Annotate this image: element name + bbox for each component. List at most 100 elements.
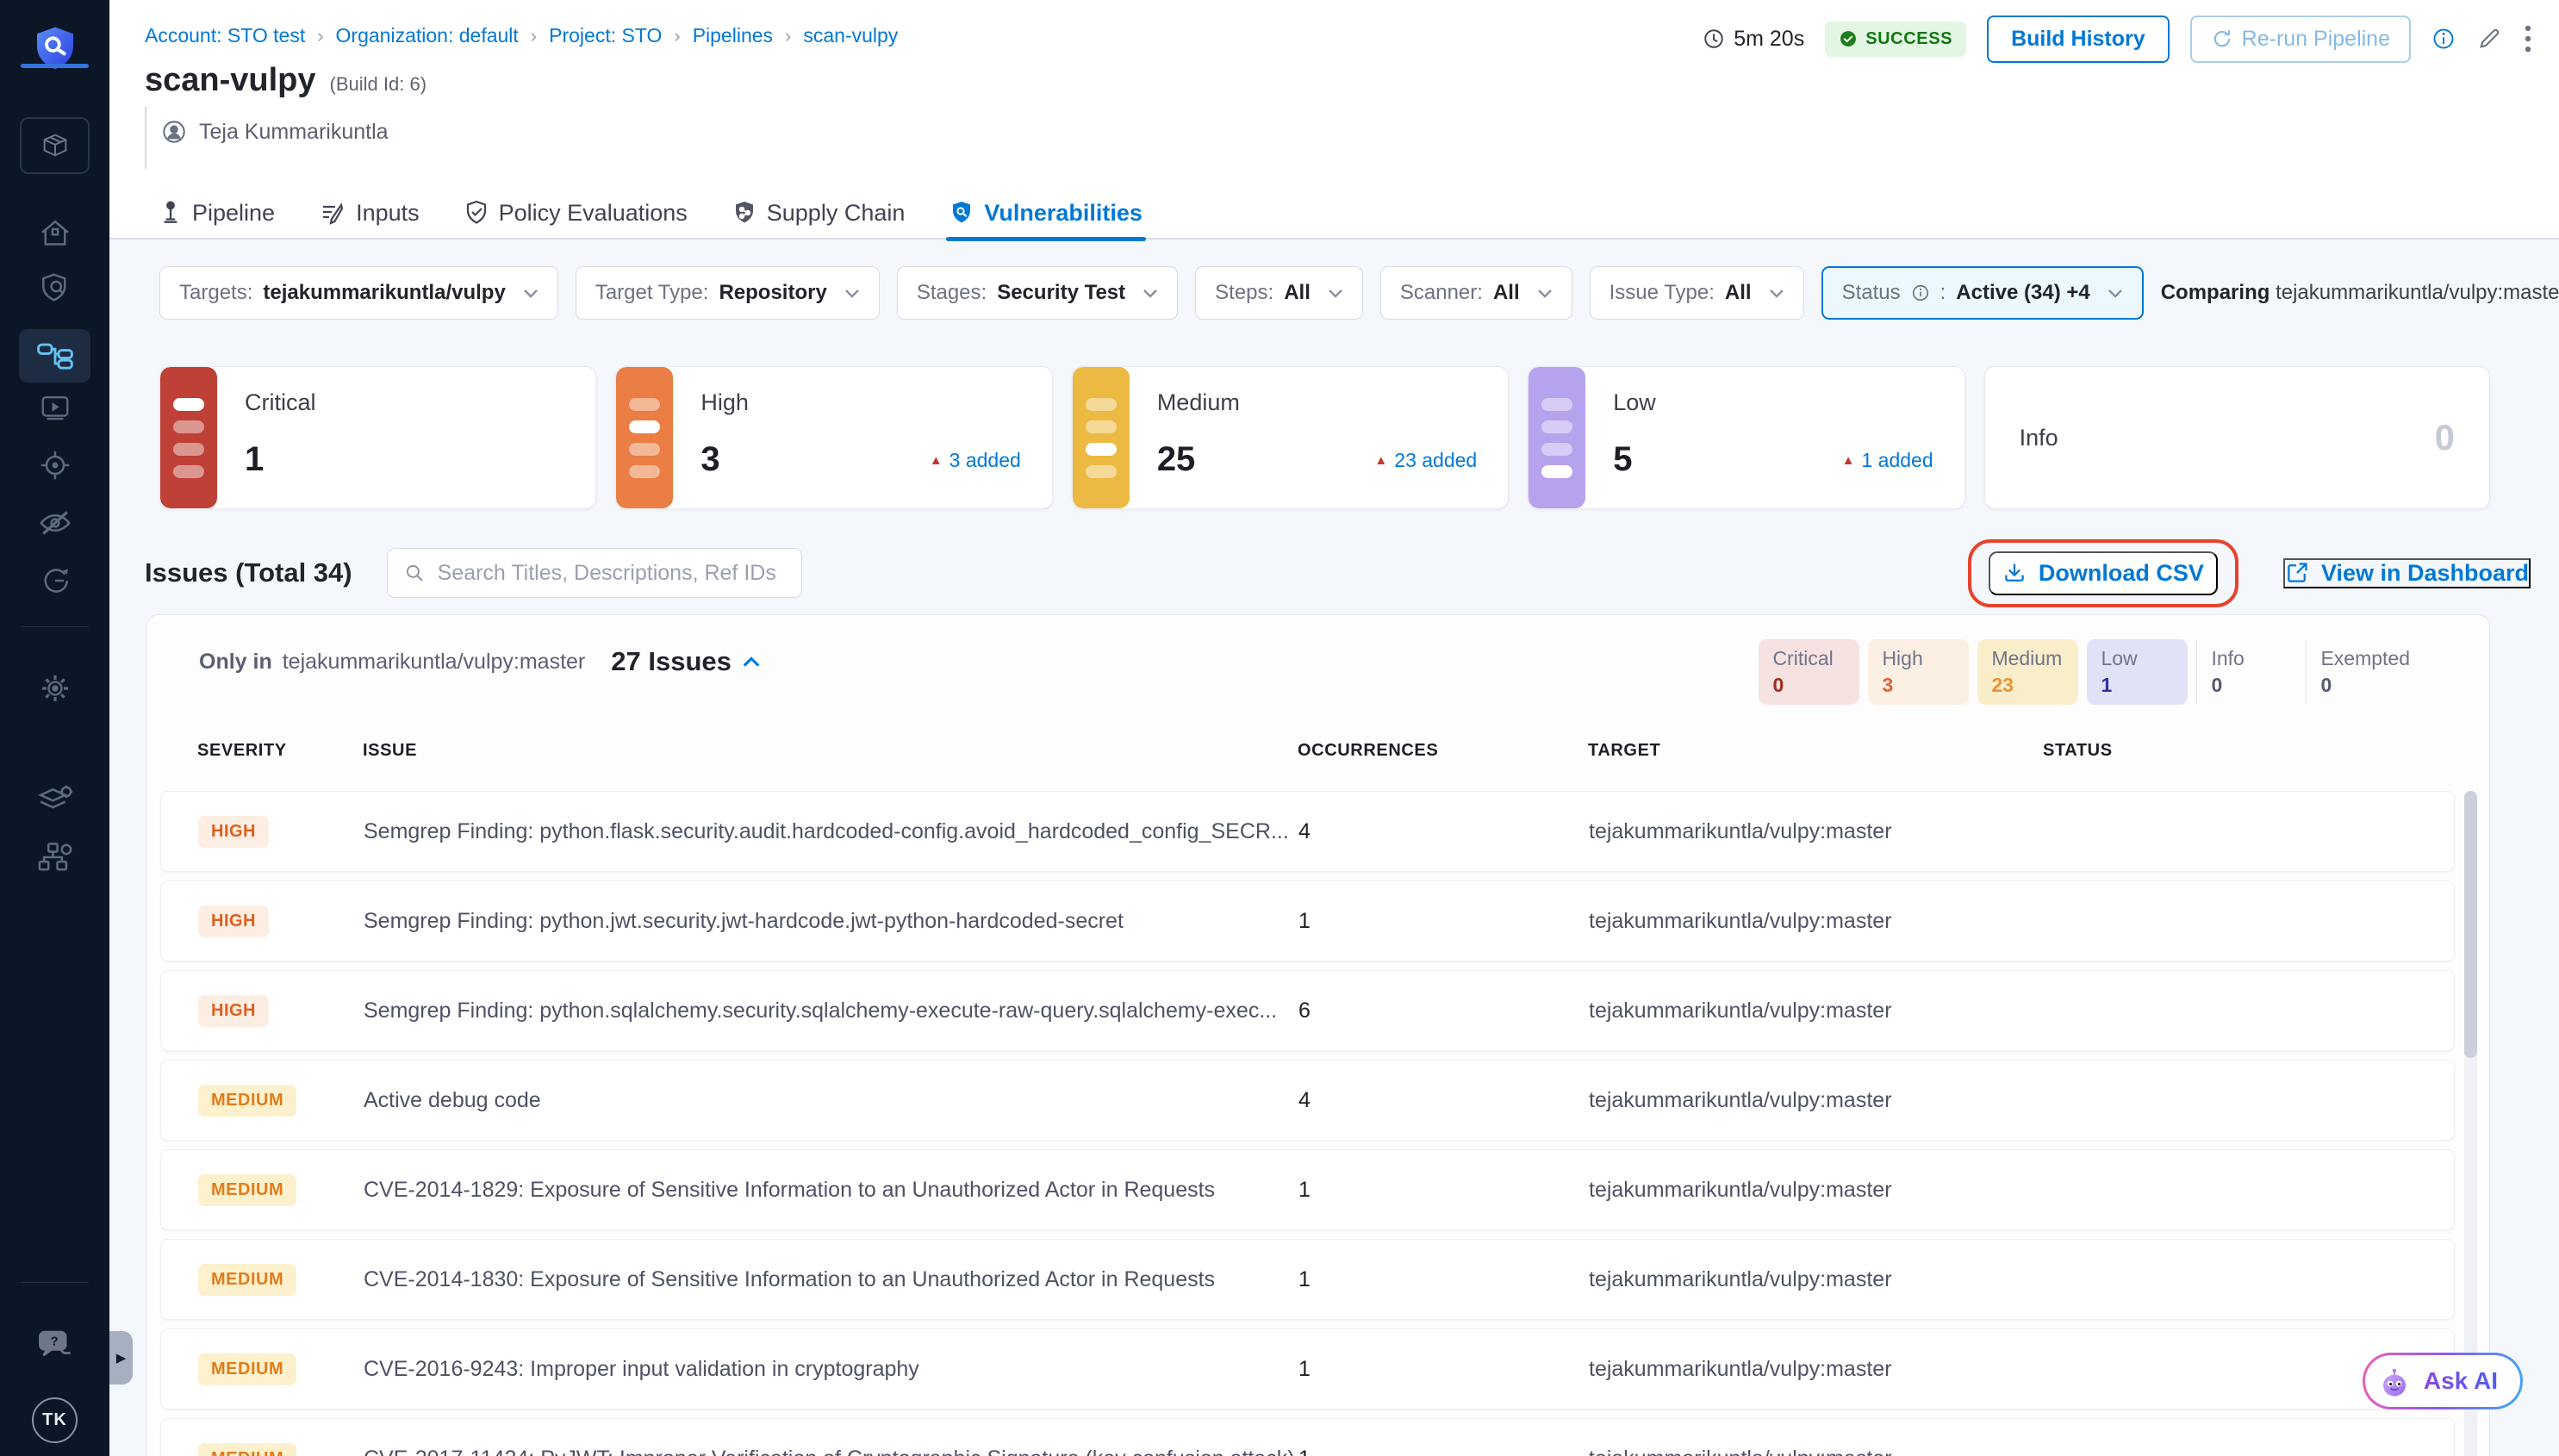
filter-issue-type[interactable]: Issue Type:All (1590, 266, 1804, 320)
execution-tabs: Pipeline Inputs Policy Evaluations Suppl… (109, 186, 2559, 240)
issue-title[interactable]: CVE-2016-9243: Improper input validation… (364, 1357, 1298, 1382)
sidebar-expand-handle[interactable]: ▶ (109, 1331, 133, 1384)
triangle-up-icon: ▲ (930, 453, 943, 468)
gitops-icon[interactable] (0, 561, 109, 600)
breadcrumb-pipelines[interactable]: Pipelines (693, 24, 773, 47)
home-icon[interactable] (0, 214, 109, 253)
occurrences-count: 4 (1298, 819, 1589, 844)
pipelines-nav-active[interactable] (19, 329, 90, 383)
svg-text:?: ? (50, 1335, 58, 1349)
shield-search-icon (950, 200, 974, 226)
group-header[interactable]: Only in tejakummarikuntla/vulpy:master 2… (199, 646, 761, 677)
high-card: High 3 ▲3 added (615, 366, 1052, 509)
chevron-up-icon[interactable] (742, 656, 761, 668)
build-history-button[interactable]: Build History (1987, 16, 2170, 63)
occurrences-count: 6 (1298, 999, 1589, 1024)
default-settings-layers-icon[interactable] (0, 780, 109, 819)
chevron-down-icon (1328, 289, 1343, 298)
issue-title[interactable]: Semgrep Finding: python.sqlalchemy.secur… (364, 999, 1298, 1024)
medium-gauge-icon (1073, 367, 1130, 508)
filter-target-type[interactable]: Target Type:Repository (576, 266, 880, 320)
left-nav-sidebar: ? TK (0, 0, 109, 1456)
shield-scan-icon[interactable] (0, 269, 109, 308)
view-in-dashboard-button[interactable]: View in Dashboard (2283, 558, 2531, 588)
eye-off-icon[interactable] (0, 503, 109, 543)
filter-steps[interactable]: Steps:All (1195, 266, 1363, 320)
top-actions: 5m 20s SUCCESS Build History Re-run Pipe… (1703, 14, 2533, 64)
executions-icon[interactable] (0, 388, 109, 427)
filter-targets[interactable]: Targets:tejakummarikuntla/vulpy (159, 266, 558, 320)
issue-row[interactable]: MEDIUM Active debug code 4 tejakummariku… (160, 1060, 2455, 1141)
scrollbar-thumb[interactable] (2464, 791, 2477, 1058)
issue-target: tejakummarikuntla/vulpy:master (1589, 1267, 2044, 1292)
author-name: Teja Kummarikuntla (199, 120, 389, 145)
issue-row[interactable]: MEDIUM CVE-2017-11424: PyJWT: Improper V… (160, 1418, 2455, 1456)
kebab-menu-icon[interactable] (2523, 24, 2533, 53)
issue-row[interactable]: MEDIUM CVE-2014-1830: Exposure of Sensit… (160, 1239, 2455, 1320)
triangle-up-icon: ▲ (1842, 453, 1855, 468)
breadcrumb-current[interactable]: scan-vulpy (803, 24, 898, 47)
issues-panel: Only in tejakummarikuntla/vulpy:master 2… (146, 614, 2490, 1456)
rerun-pipeline-button[interactable]: Re-run Pipeline (2190, 16, 2411, 63)
issue-row[interactable]: HIGH Semgrep Finding: python.jwt.securit… (160, 880, 2455, 961)
issue-target: tejakummarikuntla/vulpy:master (1589, 1357, 2044, 1382)
help-chat-icon[interactable]: ? (0, 1323, 109, 1366)
breadcrumb-separator: › (317, 25, 323, 47)
targets-icon[interactable] (0, 445, 109, 485)
inputs-icon (320, 200, 346, 226)
issue-row[interactable]: HIGH Semgrep Finding: python.sqlalchemy.… (160, 970, 2455, 1051)
breadcrumb-org[interactable]: Organization: default (336, 24, 519, 47)
severity-badge: MEDIUM (198, 1264, 296, 1296)
severity-badge: MEDIUM (198, 1443, 296, 1456)
severity-badge: HIGH (198, 816, 269, 848)
issue-title[interactable]: Semgrep Finding: python.flask.security.a… (364, 819, 1298, 844)
issue-row[interactable]: MEDIUM CVE-2014-1829: Exposure of Sensit… (160, 1149, 2455, 1230)
breadcrumb-account[interactable]: Account: STO test (145, 24, 305, 47)
breadcrumb: Account: STO test › Organization: default… (145, 24, 898, 47)
module-cube-button[interactable] (20, 117, 90, 174)
tab-supply-chain[interactable]: Supply Chain (732, 186, 906, 240)
issue-row[interactable]: HIGH Semgrep Finding: python.flask.secur… (160, 791, 2455, 872)
chevron-down-icon (1143, 289, 1158, 298)
issue-title[interactable]: CVE-2017-11424: PyJWT: Improper Verifica… (364, 1447, 1298, 1456)
issue-title[interactable]: CVE-2014-1829: Exposure of Sensitive Inf… (364, 1178, 1298, 1203)
occurrences-count: 1 (1298, 1267, 1589, 1292)
filter-stages[interactable]: Stages:Security Test (897, 266, 1178, 320)
refresh-icon (2211, 28, 2233, 50)
filter-status[interactable]: Status : Active (34) +4 (1821, 266, 2144, 320)
issue-title[interactable]: Semgrep Finding: python.jwt.security.jwt… (364, 909, 1298, 934)
tab-pipeline[interactable]: Pipeline (159, 186, 275, 240)
chevron-down-icon (844, 289, 860, 298)
breadcrumb-project[interactable]: Project: STO (549, 24, 662, 47)
issue-title[interactable]: CVE-2014-1830: Exposure of Sensitive Inf… (364, 1267, 1298, 1292)
severity-summary-cards: Critical 1 High 3 ▲3 added Medium 25 ▲23… (159, 366, 2490, 509)
sidebar-divider (21, 1282, 89, 1283)
ask-ai-button[interactable]: Ask AI (2363, 1353, 2523, 1409)
search-input[interactable] (438, 561, 786, 586)
issue-target: tejakummarikuntla/vulpy:master (1589, 999, 2044, 1024)
issue-target: tejakummarikuntla/vulpy:master (1589, 1178, 2044, 1203)
main-area: Account: STO test › Organization: default… (109, 0, 2559, 1456)
issue-title[interactable]: Active debug code (364, 1088, 1298, 1113)
settings-gear-icon[interactable] (0, 669, 109, 708)
pipeline-icon (159, 200, 182, 226)
chip-critical: Critical0 (1759, 639, 1859, 705)
user-avatar[interactable]: TK (32, 1397, 78, 1443)
org-structure-icon[interactable] (0, 837, 109, 877)
low-card: Low 5 ▲1 added (1528, 366, 1964, 509)
check-circle-icon (1839, 29, 1858, 48)
tab-inputs[interactable]: Inputs (320, 186, 420, 240)
issues-search[interactable] (387, 548, 802, 598)
high-gauge-icon (616, 367, 673, 508)
download-csv-button[interactable]: Download CSV (1989, 551, 2218, 595)
author-row: Teja Kummarikuntla (161, 119, 389, 145)
issue-target: tejakummarikuntla/vulpy:master (1589, 1088, 2044, 1113)
issues-table-header: SEVERITY ISSUE OCCURRENCES TARGET STATUS (160, 741, 2455, 761)
filter-scanner[interactable]: Scanner:All (1380, 266, 1572, 320)
info-icon[interactable] (2431, 27, 2456, 51)
tab-policy-evaluations[interactable]: Policy Evaluations (464, 186, 688, 240)
issue-row[interactable]: MEDIUM CVE-2016-9243: Improper input val… (160, 1328, 2455, 1409)
triangle-up-icon: ▲ (1374, 453, 1387, 468)
edit-pencil-icon[interactable] (2476, 26, 2502, 52)
tab-vulnerabilities[interactable]: Vulnerabilities (950, 186, 1143, 240)
